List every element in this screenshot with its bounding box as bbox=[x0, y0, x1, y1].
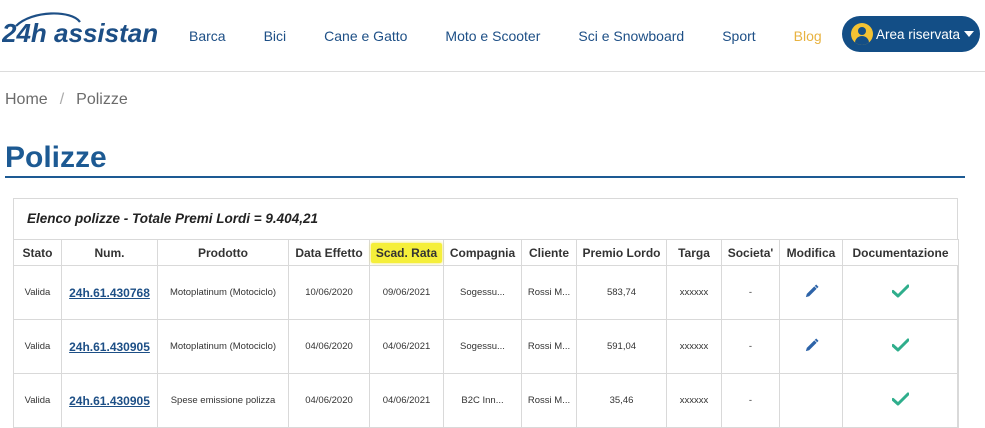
cell-targa: xxxxxx bbox=[666, 373, 722, 428]
title-divider bbox=[5, 176, 965, 178]
cell-data_effetto: 04/06/2020 bbox=[288, 319, 370, 374]
pencil-icon[interactable] bbox=[804, 283, 819, 302]
cell-societa: - bbox=[721, 319, 780, 374]
column-header-label: Documentazione bbox=[852, 245, 949, 260]
cell-stato: Valida bbox=[13, 265, 62, 320]
logo-text: 24h assistance bbox=[2, 18, 158, 48]
cell-modifica bbox=[779, 319, 843, 374]
cell-num: 24h.61.430768 bbox=[61, 265, 158, 320]
cell-documentazione bbox=[842, 373, 959, 428]
cell-premio: 583,74 bbox=[576, 265, 667, 320]
nav-item-4[interactable]: Sci e Snowboard bbox=[578, 28, 684, 44]
cell-scad_rata: 04/06/2021 bbox=[369, 373, 444, 428]
cell-stato: Valida bbox=[13, 319, 62, 374]
column-header-label: Stato bbox=[22, 245, 53, 260]
column-header-6[interactable]: Cliente bbox=[521, 239, 577, 266]
nav-item-2[interactable]: Cane e Gatto bbox=[324, 28, 407, 44]
cell-compagnia: Sogessu... bbox=[443, 319, 522, 374]
column-header-9[interactable]: Societa' bbox=[721, 239, 780, 266]
policy-number-link[interactable]: 24h.61.430905 bbox=[69, 340, 150, 354]
breadcrumb-home[interactable]: Home bbox=[5, 91, 48, 109]
column-header-label: Compagnia bbox=[449, 245, 516, 260]
cell-cliente: Rossi M... bbox=[521, 265, 577, 320]
column-header-0[interactable]: Stato bbox=[13, 239, 62, 266]
column-header-11[interactable]: Documentazione bbox=[842, 239, 959, 266]
cell-societa: - bbox=[721, 265, 780, 320]
table-body: Valida 24h.61.430768 Motoplatinum (Motocic… bbox=[13, 265, 959, 428]
table-header-row: Stato Num. Prodotto Data Effetto Scad. Rata C… bbox=[13, 239, 959, 266]
polizze-panel: Elenco polizze - Totale Premi Lordi = 9.… bbox=[13, 198, 959, 428]
site-header: 24h assistance Barca Bici Cane e Gatto Moto… bbox=[0, 0, 985, 72]
column-header-7[interactable]: Premio Lordo bbox=[576, 239, 667, 266]
cell-cliente: Rossi M... bbox=[521, 373, 577, 428]
cell-documentazione bbox=[842, 265, 959, 320]
logo-mark: 24h assistance bbox=[2, 12, 158, 48]
breadcrumb-current: Polizze bbox=[76, 91, 128, 108]
nav-item-1[interactable]: Bici bbox=[264, 28, 287, 44]
column-header-label: Scad. Rata bbox=[370, 242, 443, 263]
column-header-label: Societa' bbox=[727, 245, 774, 260]
cell-premio: 591,04 bbox=[576, 319, 667, 374]
check-icon[interactable] bbox=[891, 338, 910, 355]
cell-compagnia: Sogessu... bbox=[443, 265, 522, 320]
cell-premio: 35,46 bbox=[576, 373, 667, 428]
check-icon[interactable] bbox=[891, 392, 910, 409]
cell-modifica bbox=[779, 265, 843, 320]
caret-down-icon bbox=[964, 31, 975, 37]
polizze-table: Stato Num. Prodotto Data Effetto Scad. Rata C… bbox=[13, 239, 959, 428]
nav-item-5[interactable]: Sport bbox=[722, 28, 755, 44]
area-riservata-button[interactable]: Area riservata bbox=[842, 16, 980, 52]
cell-documentazione bbox=[842, 319, 959, 374]
cell-cliente: Rossi M... bbox=[521, 319, 577, 374]
policy-number-link[interactable]: 24h.61.430905 bbox=[69, 394, 150, 408]
column-header-5[interactable]: Compagnia bbox=[443, 239, 522, 266]
main-nav: Barca Bici Cane e Gatto Moto e Scooter Sci e… bbox=[189, 0, 860, 72]
user-avatar-icon bbox=[851, 23, 873, 45]
breadcrumb-separator: / bbox=[59, 91, 65, 108]
page-title: Polizze bbox=[5, 141, 107, 174]
cell-scad_rata: 04/06/2021 bbox=[369, 319, 444, 374]
column-header-label: Prodotto bbox=[198, 245, 248, 260]
column-header-4[interactable]: Scad. Rata bbox=[369, 239, 444, 266]
breadcrumb: Home / Polizze bbox=[5, 91, 128, 109]
cell-societa: - bbox=[721, 373, 780, 428]
column-header-10[interactable]: Modifica bbox=[779, 239, 843, 266]
cell-targa: xxxxxx bbox=[666, 265, 722, 320]
column-header-2[interactable]: Prodotto bbox=[157, 239, 289, 266]
logo[interactable]: 24h assistance bbox=[2, 8, 158, 58]
column-header-3[interactable]: Data Effetto bbox=[288, 239, 370, 266]
column-header-label: Modifica bbox=[786, 245, 836, 260]
column-header-label: Cliente bbox=[528, 245, 569, 260]
cell-prodotto: Spese emissione polizza bbox=[157, 373, 289, 428]
cell-modifica bbox=[779, 373, 843, 428]
cell-num: 24h.61.430905 bbox=[61, 319, 158, 374]
nav-item-6[interactable]: Blog bbox=[794, 28, 822, 44]
table-caption: Elenco polizze - Totale Premi Lordi = 9.… bbox=[27, 211, 318, 226]
policy-number-link[interactable]: 24h.61.430768 bbox=[69, 286, 150, 300]
column-header-label: Num. bbox=[94, 245, 125, 260]
pencil-icon[interactable] bbox=[804, 337, 819, 356]
check-icon[interactable] bbox=[891, 284, 910, 301]
column-header-label: Targa bbox=[678, 245, 710, 260]
cell-prodotto: Motoplatinum (Motociclo) bbox=[157, 265, 289, 320]
column-header-8[interactable]: Targa bbox=[666, 239, 722, 266]
cell-scad_rata: 09/06/2021 bbox=[369, 265, 444, 320]
table-row: Valida 24h.61.430905 Spese emissione poliz… bbox=[13, 373, 959, 428]
cell-targa: xxxxxx bbox=[666, 319, 722, 374]
cell-data_effetto: 10/06/2020 bbox=[288, 265, 370, 320]
cell-data_effetto: 04/06/2020 bbox=[288, 373, 370, 428]
area-riservata-label: Area riservata bbox=[876, 26, 961, 42]
column-header-label: Premio Lordo bbox=[582, 245, 661, 260]
cell-num: 24h.61.430905 bbox=[61, 373, 158, 428]
nav-item-3[interactable]: Moto e Scooter bbox=[445, 28, 540, 44]
table-row: Valida 24h.61.430905 Motoplatinum (Motocic… bbox=[13, 319, 959, 374]
table-row: Valida 24h.61.430768 Motoplatinum (Motocic… bbox=[13, 265, 959, 320]
cell-stato: Valida bbox=[13, 373, 62, 428]
column-header-1[interactable]: Num. bbox=[61, 239, 158, 266]
column-header-label: Data Effetto bbox=[295, 245, 363, 260]
cell-compagnia: B2C Inn... bbox=[443, 373, 522, 428]
cell-prodotto: Motoplatinum (Motociclo) bbox=[157, 319, 289, 374]
nav-item-0[interactable]: Barca bbox=[189, 28, 226, 44]
